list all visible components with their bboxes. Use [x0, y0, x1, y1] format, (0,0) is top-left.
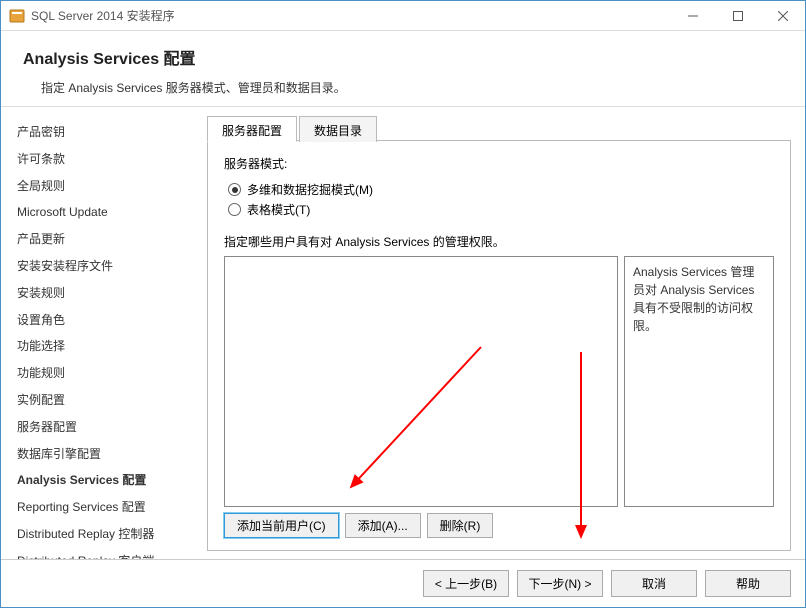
sidebar-item[interactable]: 数据库引擎配置 — [17, 441, 201, 468]
radio-icon — [228, 203, 241, 216]
server-mode-option[interactable]: 表格模式(T) — [228, 201, 774, 218]
window-controls — [670, 1, 805, 30]
page-title: Analysis Services 配置 — [23, 45, 783, 69]
window-title: SQL Server 2014 安装程序 — [31, 7, 670, 24]
sidebar-item[interactable]: 全局规则 — [17, 173, 201, 200]
admin-row: Analysis Services 管理员对 Analysis Services… — [224, 256, 774, 507]
sidebar-item[interactable]: 服务器配置 — [17, 414, 201, 441]
sidebar-item[interactable]: 设置角色 — [17, 307, 201, 334]
sidebar-item[interactable]: 产品更新 — [17, 226, 201, 253]
next-button[interactable]: 下一步(N) > — [517, 570, 603, 597]
sidebar-item[interactable]: 功能规则 — [17, 360, 201, 387]
maximize-button[interactable] — [715, 1, 760, 30]
admin-list[interactable] — [224, 256, 618, 507]
sidebar-item[interactable]: Analysis Services 配置 — [17, 467, 201, 494]
add-current-user-button[interactable]: 添加当前用户(C) — [224, 513, 339, 538]
help-button[interactable]: 帮助 — [705, 570, 791, 597]
sidebar-item[interactable]: Microsoft Update — [17, 199, 201, 226]
page-header: Analysis Services 配置 指定 Analysis Service… — [1, 31, 805, 107]
sidebar-item[interactable]: Reporting Services 配置 — [17, 494, 201, 521]
sidebar-item[interactable]: 安装安装程序文件 — [17, 253, 201, 280]
footer: < 上一步(B) 下一步(N) > 取消 帮助 — [1, 559, 805, 607]
add-user-button[interactable]: 添加(A)... — [345, 513, 421, 538]
sidebar-item[interactable]: 产品密钥 — [17, 119, 201, 146]
sidebar: 产品密钥许可条款全局规则Microsoft Update产品更新安装安装程序文件… — [1, 107, 201, 559]
main-panel: 服务器配置数据目录 服务器模式: 多维和数据挖掘模式(M) 表格模式(T) 指定哪… — [201, 107, 805, 559]
permission-description: 指定哪些用户具有对 Analysis Services 的管理权限。 — [224, 233, 774, 250]
minimize-button[interactable] — [670, 1, 715, 30]
sidebar-item[interactable]: 功能选择 — [17, 333, 201, 360]
radio-icon — [228, 183, 241, 196]
sidebar-item[interactable]: 许可条款 — [17, 146, 201, 173]
tab[interactable]: 数据目录 — [299, 116, 377, 142]
remove-user-button[interactable]: 删除(R) — [427, 513, 494, 538]
server-mode-option[interactable]: 多维和数据挖掘模式(M) — [228, 181, 774, 198]
radio-label: 多维和数据挖掘模式(M) — [247, 181, 373, 198]
titlebar: SQL Server 2014 安装程序 — [1, 1, 805, 31]
close-button[interactable] — [760, 1, 805, 30]
body: 产品密钥许可条款全局规则Microsoft Update产品更新安装安装程序文件… — [1, 107, 805, 559]
admin-button-row: 添加当前用户(C) 添加(A)... 删除(R) — [224, 513, 774, 538]
installer-window: SQL Server 2014 安装程序 Analysis Services 配… — [0, 0, 806, 608]
sidebar-item[interactable]: Distributed Replay 客户端 — [17, 548, 201, 559]
app-icon — [9, 8, 25, 24]
radio-label: 表格模式(T) — [247, 201, 310, 218]
server-mode-label: 服务器模式: — [224, 155, 774, 172]
sidebar-item[interactable]: Distributed Replay 控制器 — [17, 521, 201, 548]
back-button[interactable]: < 上一步(B) — [423, 570, 509, 597]
page-subtitle: 指定 Analysis Services 服务器模式、管理员和数据目录。 — [23, 79, 783, 96]
tab-content-server-config: 服务器模式: 多维和数据挖掘模式(M) 表格模式(T) 指定哪些用户具有对 Ana… — [207, 141, 791, 551]
sidebar-item[interactable]: 实例配置 — [17, 387, 201, 414]
sidebar-item[interactable]: 安装规则 — [17, 280, 201, 307]
cancel-button[interactable]: 取消 — [611, 570, 697, 597]
tab[interactable]: 服务器配置 — [207, 116, 297, 142]
admin-info-box: Analysis Services 管理员对 Analysis Services… — [624, 256, 774, 507]
tab-strip: 服务器配置数据目录 — [207, 115, 791, 141]
